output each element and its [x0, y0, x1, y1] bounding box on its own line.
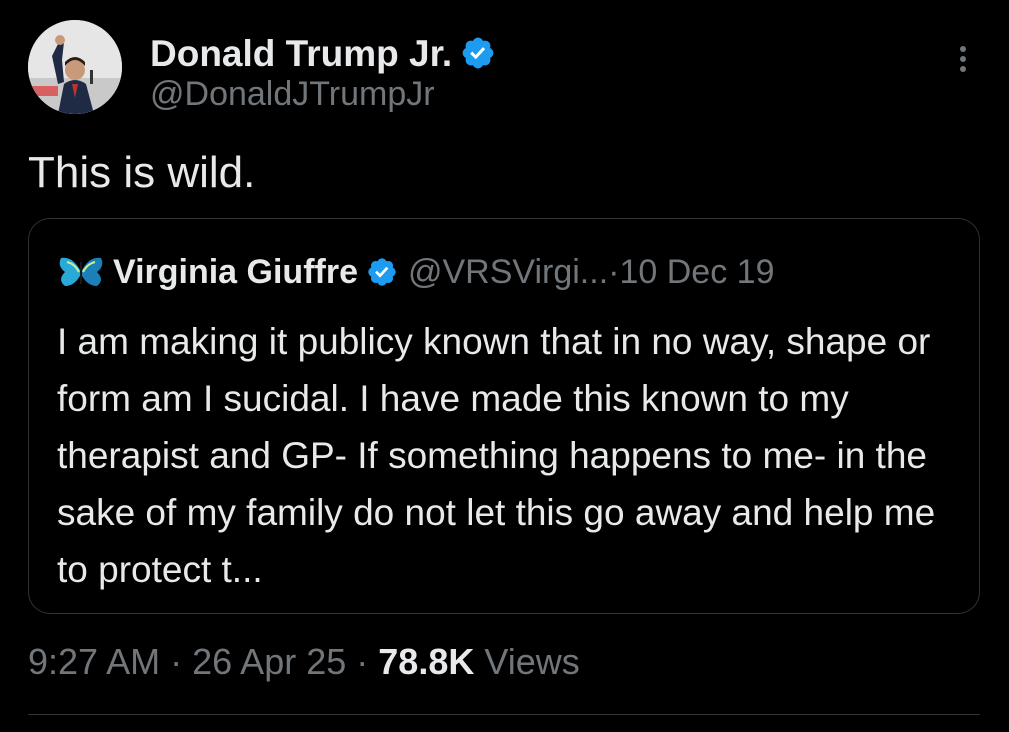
separator-dot: · — [356, 641, 369, 682]
tweet-time[interactable]: 9:27 AM — [28, 641, 160, 682]
author-name[interactable]: Donald Trump Jr. — [150, 34, 496, 74]
author-name-text[interactable]: Donald Trump Jr. — [150, 33, 452, 74]
tweet-date[interactable]: 26 Apr 25 — [192, 641, 346, 682]
author-avatar[interactable] — [28, 20, 122, 114]
butterfly-avatar-icon[interactable] — [57, 254, 105, 290]
separator-dot: · — [608, 253, 620, 292]
quoted-tweet-date[interactable]: 10 Dec 19 — [619, 253, 774, 291]
verified-badge-icon — [368, 258, 396, 286]
tweet-header: Donald Trump Jr. @DonaldJTrumpJr — [28, 18, 988, 118]
views-label: Views — [484, 641, 580, 682]
verified-badge-icon — [462, 37, 494, 69]
quoted-author-handle[interactable]: @VRSVirgi... — [408, 253, 608, 291]
quoted-tweet-header: Virginia Giuffre @VRSVirgi...·10 Dec 19 — [57, 249, 774, 291]
quoted-author-name[interactable]: Virginia Giuffre — [113, 253, 358, 291]
quoted-tweet-card[interactable]: Virginia Giuffre @VRSVirgi...·10 Dec 19 I… — [28, 218, 980, 614]
views-count[interactable]: 78.8K — [378, 641, 474, 682]
divider — [28, 714, 980, 715]
tweet-text: This is wild. — [28, 148, 256, 197]
author-handle[interactable]: @DonaldJTrumpJr — [150, 74, 435, 114]
more-options-icon[interactable] — [948, 42, 978, 86]
quoted-tweet-text: I am making it publicy known that in no … — [57, 321, 936, 590]
separator-dot: · — [170, 641, 183, 682]
tweet-meta: 9:27 AM · 26 Apr 25 · 78.8K Views — [28, 640, 580, 684]
